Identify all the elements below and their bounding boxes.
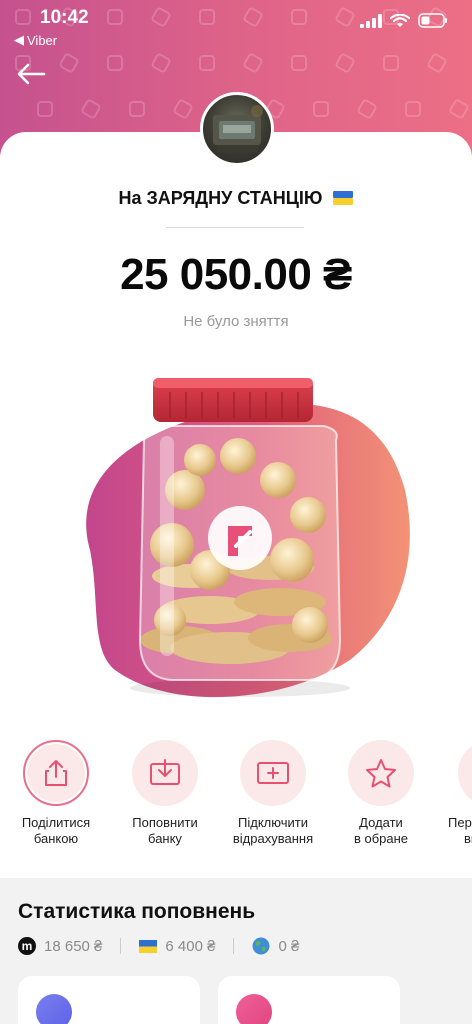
jar-lid [153, 378, 313, 422]
action-row: Поділитися банкою Поповнити банку Підклю… [0, 740, 472, 870]
top-up-jar-button[interactable]: Поповнити банку [110, 740, 220, 847]
add-deduction-icon [257, 762, 289, 784]
stat-divider [233, 938, 235, 954]
stats-title: Статистика поповнень [18, 900, 256, 923]
stat-value: 18 650 ₴ [44, 937, 103, 955]
stat-divider [120, 938, 122, 954]
jar-avatar [200, 92, 274, 166]
share-jar-circle [23, 740, 89, 806]
status-bar: 10:42 ◀ Viber [0, 0, 472, 50]
top-up-icon [150, 759, 180, 785]
title-divider [166, 227, 304, 228]
link-icon [36, 994, 72, 1024]
jar-title: На ЗАРЯДНУ СТАНЦІЮ [0, 188, 472, 209]
stats-card-left[interactable] [18, 976, 200, 1024]
back-app-label: Viber [27, 32, 58, 48]
partial-action-button[interactable]: Пер ви [434, 740, 472, 847]
stats-card-right[interactable] [218, 976, 400, 1024]
jar-logo [208, 506, 272, 570]
stat-ukraine: 6 400 ₴ [139, 938, 215, 955]
action-label-line2: ви [464, 831, 472, 846]
connect-deduction-circle [240, 740, 306, 806]
share-jar-button[interactable]: Поділитися банкою [1, 740, 111, 847]
favorites-circle [348, 740, 414, 806]
connect-deduction-button[interactable]: Підключити відрахування [218, 740, 328, 847]
action-label-line1: Поповнити [132, 815, 198, 830]
action-label-line1: Пер [448, 815, 472, 830]
action-label-line2: банкою [33, 831, 79, 846]
battery-icon [418, 13, 447, 28]
stat-monobank: m 18 650 ₴ [18, 937, 102, 955]
top-up-statistics: Статистика поповнень m 18 650 ₴ 6 400 ₴ … [0, 878, 472, 1024]
arrow-left-icon[interactable] [16, 62, 46, 86]
stat-value: 0 ₴ [278, 937, 300, 955]
stats-row: m 18 650 ₴ 6 400 ₴ 0 ₴ [18, 936, 458, 956]
action-label-line1: Додати [359, 815, 403, 830]
add-to-favorites-button[interactable]: Додати в обране [326, 740, 436, 847]
stat-world: 0 ₴ [252, 937, 299, 955]
top-up-circle [132, 740, 198, 806]
action-label-line2: в обране [353, 831, 409, 846]
star-icon [366, 759, 396, 788]
action-label-line2: відрахування [232, 831, 314, 846]
jar-amount: 25 050.00 ₴ [120, 250, 352, 299]
small-back-triangle-icon: ◀ [14, 32, 24, 47]
globe-icon [252, 937, 270, 955]
action-label-line1: Підключити [238, 815, 308, 830]
action-label-line1: Поділитися [21, 815, 91, 830]
stat-value: 6 400 ₴ [165, 937, 216, 955]
monobank-logo-icon: m [18, 937, 36, 955]
jar-illustration [86, 378, 410, 698]
back-to-viber-link[interactable]: ◀ Viber [14, 32, 57, 48]
document-icon [236, 994, 272, 1024]
ukraine-flag-icon [333, 191, 354, 205]
wifi-icon [390, 13, 410, 27]
jar-title-text: На ЗАРЯДНУ СТАНЦІЮ [118, 188, 323, 208]
share-icon [45, 760, 67, 786]
signal-icon [360, 13, 382, 28]
ukraine-flag-icon [139, 939, 158, 953]
withdrawal-status: Не було зняття [183, 313, 289, 330]
status-time: 10:42 [40, 7, 89, 28]
action-label-line2: банку [148, 831, 182, 846]
charging-station-photo [213, 105, 263, 153]
more-icon [458, 740, 472, 806]
